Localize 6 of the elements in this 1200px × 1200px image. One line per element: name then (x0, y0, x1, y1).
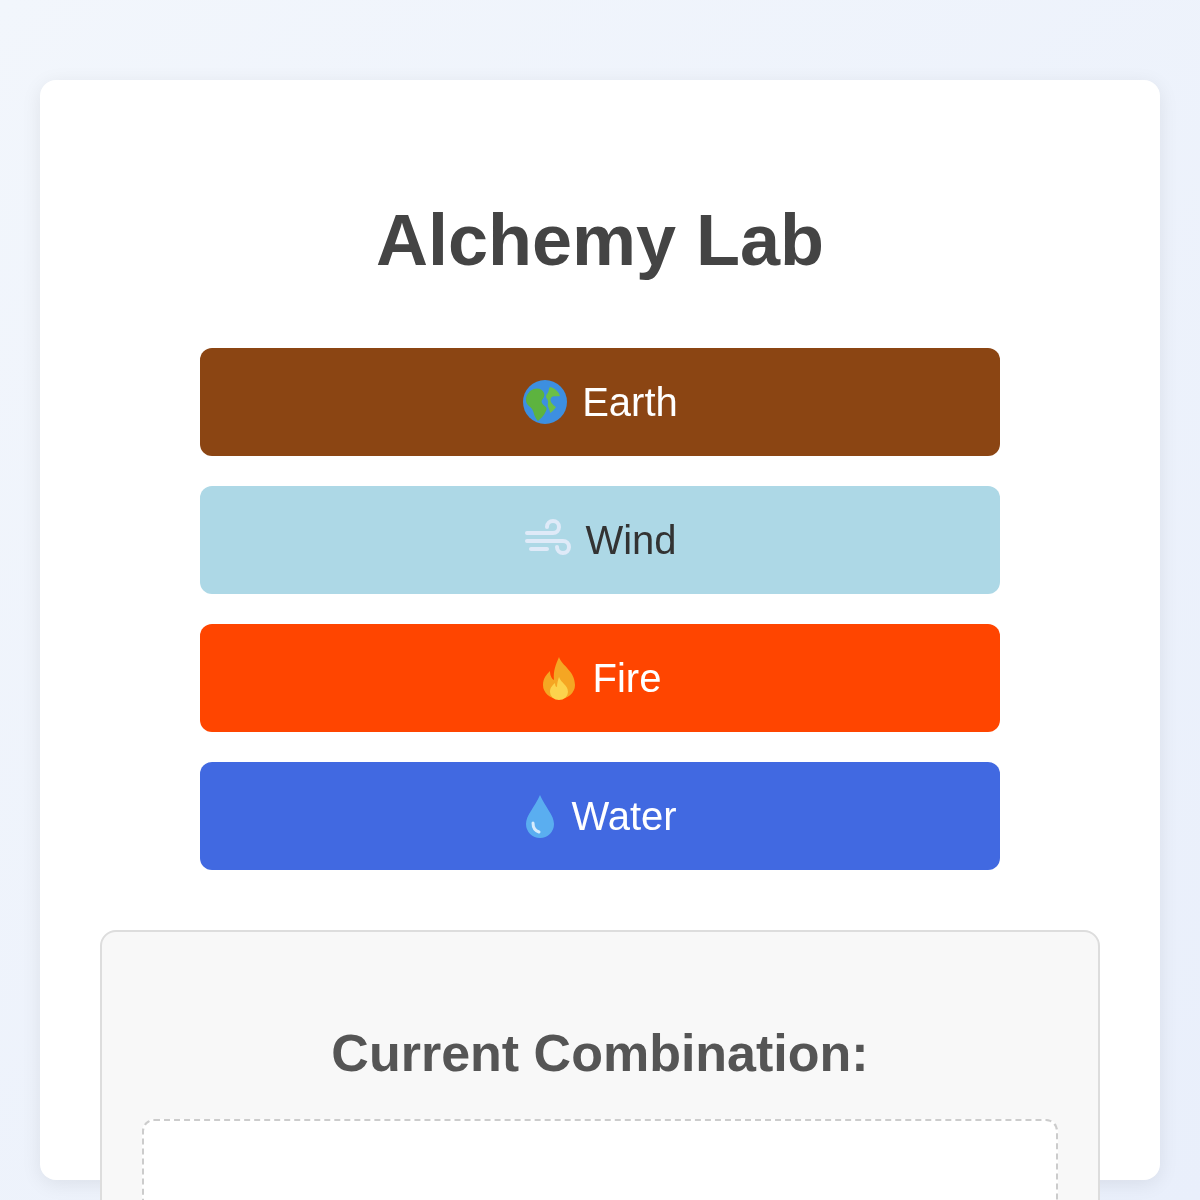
element-button[interactable]: Wind (200, 486, 1000, 594)
combination-heading: Current Combination: (331, 1023, 869, 1084)
element-button[interactable]: Earth (200, 348, 1000, 456)
element-button[interactable]: Water (200, 762, 1000, 870)
globe-icon (522, 379, 569, 425)
app-title: Alchemy Lab (375, 199, 825, 282)
